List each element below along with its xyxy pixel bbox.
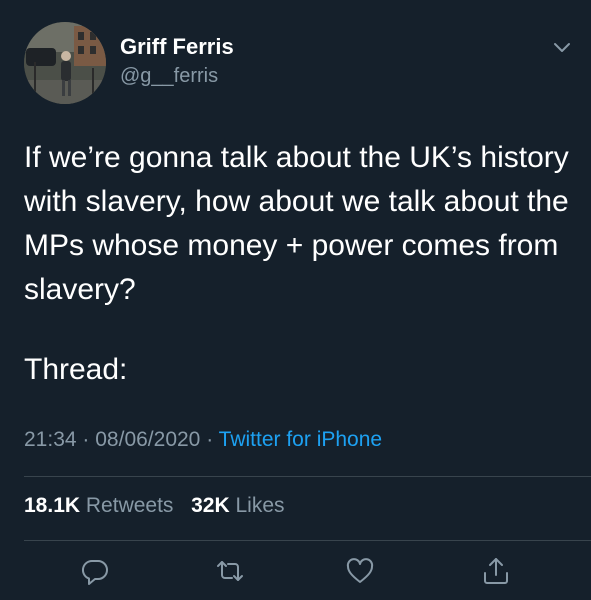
divider	[24, 476, 591, 477]
share-button[interactable]	[481, 556, 511, 586]
author-display-name[interactable]: Griff Ferris	[120, 34, 234, 60]
tweet-actions	[0, 556, 591, 596]
tweet-card: Griff Ferris @g__ferris If we’re gonna t…	[0, 0, 591, 600]
tweet-source-link[interactable]: Twitter for iPhone	[219, 428, 382, 451]
retweets-count: 18.1K	[24, 494, 81, 517]
retweet-button[interactable]	[215, 556, 245, 586]
divider	[24, 540, 591, 541]
tweet-time: 21:34	[24, 428, 77, 451]
likes-label: Likes	[235, 494, 285, 517]
chevron-down-icon[interactable]	[551, 36, 573, 58]
share-icon	[484, 558, 508, 584]
tweet-body: If we’re gonna talk about the UK’s histo…	[24, 141, 569, 306]
tweet-stats: 18.1K Retweets 32K Likes	[24, 494, 285, 518]
author-handle[interactable]: @g__ferris	[120, 65, 218, 88]
thread-label: Thread:	[24, 353, 128, 386]
tweet-date: 08/06/2020	[95, 428, 201, 451]
reply-button[interactable]	[80, 556, 110, 586]
like-icon	[346, 558, 374, 583]
likes-stat[interactable]: 32K Likes	[191, 494, 284, 517]
retweet-icon	[217, 561, 243, 581]
reply-icon	[81, 559, 108, 585]
meta-separator: ·	[206, 428, 214, 451]
tweet-header: Griff Ferris @g__ferris	[24, 22, 570, 104]
avatar-photo	[24, 22, 106, 104]
like-button[interactable]	[345, 556, 375, 586]
avatar[interactable]	[24, 22, 106, 104]
likes-count: 32K	[191, 494, 230, 517]
retweets-stat[interactable]: 18.1K Retweets	[24, 494, 179, 517]
tweet-text: If we’re gonna talk about the UK’s histo…	[24, 136, 569, 312]
tweet-meta: 21:34 · 08/06/2020 · Twitter for iPhone	[24, 428, 382, 452]
retweets-label: Retweets	[85, 494, 174, 517]
meta-separator: ·	[82, 428, 90, 451]
